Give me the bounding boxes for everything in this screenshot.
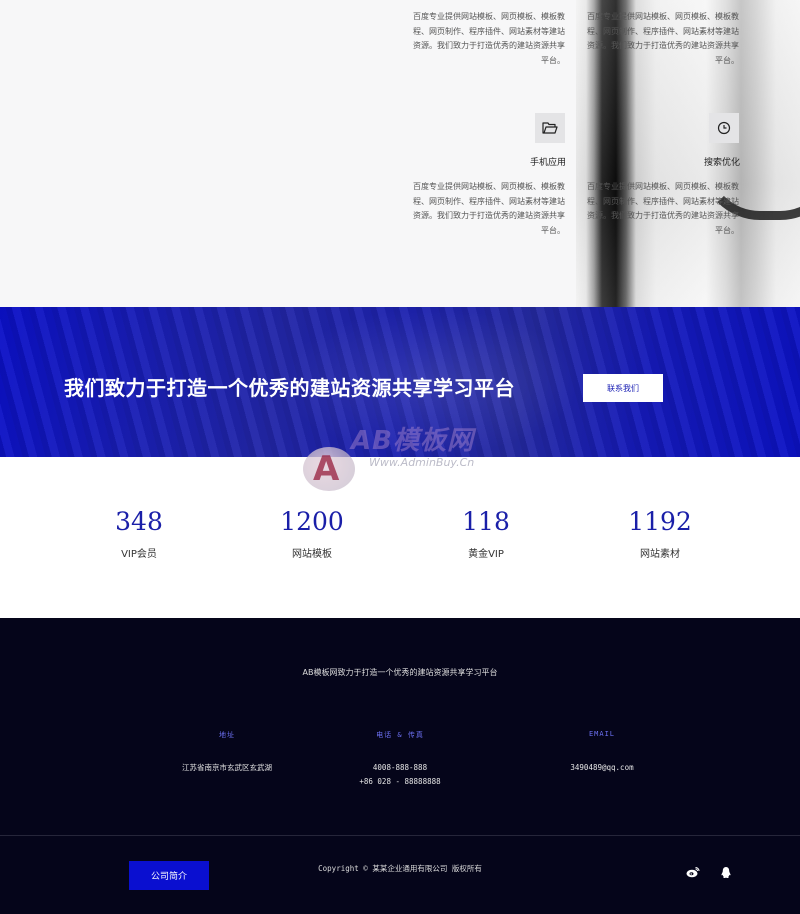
weibo-icon[interactable] <box>685 864 701 880</box>
footer-slogan: AB模板网致力于打造一个优秀的建站资源共享学习平台 <box>302 668 498 677</box>
stat-label: VIP会员 <box>121 549 157 560</box>
service-item-title: 手机应用 <box>530 158 567 168</box>
service-item-desc: 百度专业提供网站模板、网页模板、模板教程、网页制作、程序插件、网站素材等建站资源… <box>587 12 739 65</box>
footer-address-value: 江苏省南京市玄武区玄武湖 <box>182 763 272 772</box>
watermark-logo: A <box>303 447 355 491</box>
service-item-desc: 百度专业提供网站模板、网页模板、模板教程、网页制作、程序插件、网站素材等建站资源… <box>413 12 565 65</box>
watermark-url: Www.AdminBuy.Cn <box>369 456 475 469</box>
stat-value: 1192 <box>628 507 692 536</box>
watermark: A AB模板网 Www.AdminBuy.Cn <box>303 420 503 500</box>
services-section: 百度专业提供网站模板、网页模板、模板教程、网页制作、程序插件、网站素材等建站资源… <box>0 0 800 307</box>
contact-us-button[interactable]: 联系我们 <box>583 374 663 402</box>
service-item-desc: 百度专业提供网站模板、网页模板、模板教程、网页制作、程序插件、网站素材等建站资源… <box>413 182 565 235</box>
service-item-desc: 百度专业提供网站模板、网页模板、模板教程、网页制作、程序插件、网站素材等建站资源… <box>587 182 739 235</box>
stat-label: 网站素材 <box>640 549 680 560</box>
qq-icon[interactable] <box>718 864 734 880</box>
stat-label: 网站模板 <box>292 549 332 560</box>
stat-value: 348 <box>115 507 163 536</box>
footer-phone-value: 4008-888-888 <box>372 763 428 772</box>
footer-fax-value: +86 028 - 88888888 <box>359 777 441 786</box>
banner-title: 我们致力于打造一个优秀的建站资源共享学习平台 <box>64 376 515 400</box>
footer-divider <box>0 835 800 836</box>
footer-email-heading: EMAIL <box>588 730 616 738</box>
footer-phone-heading: 电话 & 传真 <box>376 731 424 739</box>
folder-icon <box>535 113 565 143</box>
copyright-text: Copyright © 某某企业通用有限公司 版权所有 <box>318 864 482 873</box>
footer-email-value[interactable]: 3490489@qq.com <box>502 761 702 774</box>
stat-label: 黄金VIP <box>468 549 504 560</box>
service-item-title: 搜索优化 <box>704 158 741 168</box>
stat-value: 118 <box>462 507 510 536</box>
watermark-text: AB模板网 <box>351 426 474 456</box>
footer-address-heading: 地址 <box>219 731 235 739</box>
stat-value: 1200 <box>280 507 344 536</box>
clock-icon <box>709 113 739 143</box>
